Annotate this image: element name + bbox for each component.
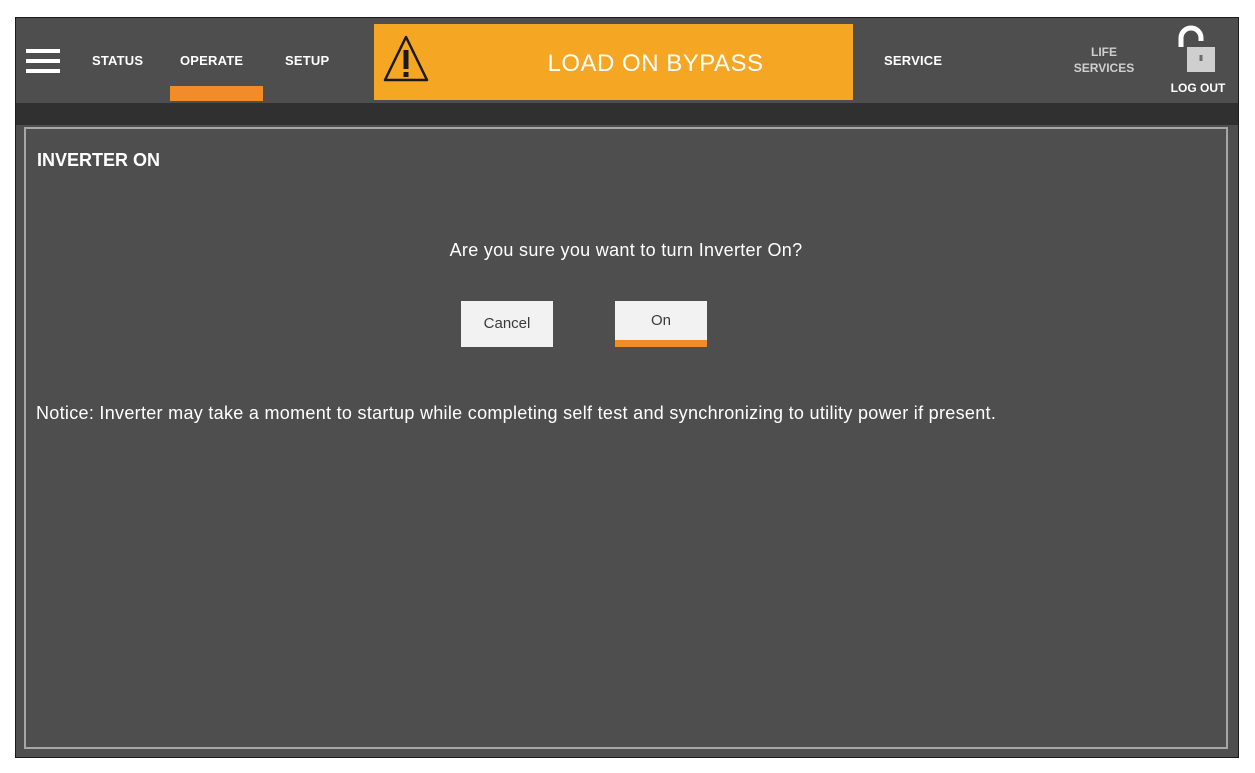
- app-window: STATUS OPERATE SETUP LOAD ON BYPASS SERV…: [15, 17, 1239, 758]
- warning-triangle-icon: [383, 35, 429, 82]
- life-services-label-line2: SERVICES: [1073, 61, 1135, 75]
- dialog-title: INVERTER ON: [37, 150, 161, 170]
- top-navigation-bar: STATUS OPERATE SETUP LOAD ON BYPASS SERV…: [16, 18, 1238, 103]
- alarm-banner[interactable]: LOAD ON BYPASS: [374, 24, 853, 100]
- header-divider: [16, 103, 1238, 125]
- hamburger-menu-icon[interactable]: [26, 49, 60, 73]
- confirm-on-button[interactable]: On: [615, 301, 707, 347]
- nav-tab-setup[interactable]: SETUP: [285, 53, 329, 68]
- active-tab-indicator: [170, 86, 263, 101]
- confirmation-question: Are you sure you want to turn Inverter O…: [449, 240, 803, 260]
- cancel-button[interactable]: Cancel: [461, 301, 553, 347]
- startup-notice: Notice: Inverter may take a moment to st…: [36, 403, 997, 423]
- nav-tab-operate[interactable]: OPERATE: [180, 53, 243, 68]
- unlocked-padlock-icon: [1178, 25, 1215, 72]
- nav-tab-life-services[interactable]: LIFE SERVICES: [1068, 44, 1140, 76]
- inverter-on-dialog: INVERTER ON Are you sure you want to tur…: [24, 127, 1228, 749]
- logout-label: LOG OUT: [1170, 81, 1226, 95]
- alarm-message: LOAD ON BYPASS: [547, 50, 764, 77]
- nav-tab-status[interactable]: STATUS: [92, 53, 143, 68]
- logout-button[interactable]: LOG OUT: [1162, 25, 1234, 101]
- life-services-label-line1: LIFE: [1091, 45, 1117, 59]
- nav-tab-service[interactable]: SERVICE: [884, 53, 942, 68]
